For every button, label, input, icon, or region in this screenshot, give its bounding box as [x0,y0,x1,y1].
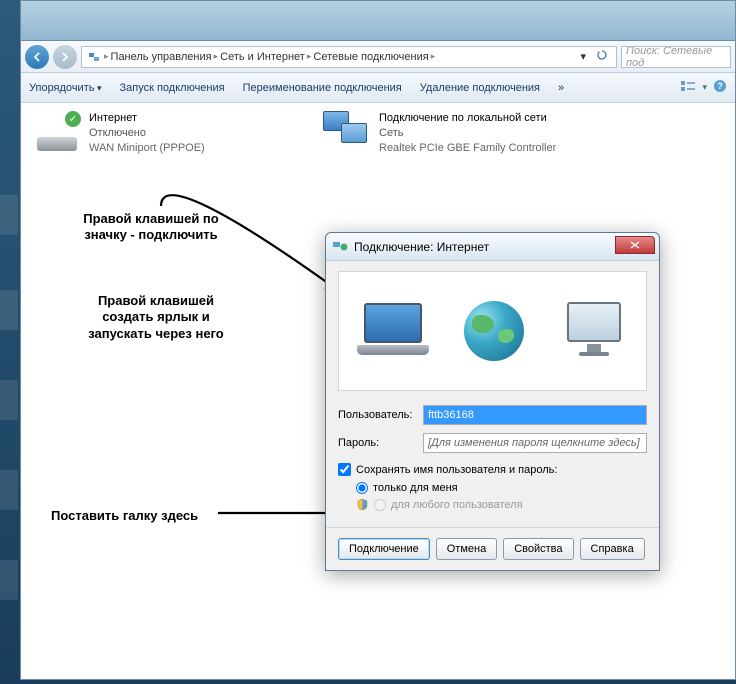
connection-globe-icon [332,239,348,255]
dialog-body: Пользователь: Пароль: Сохранять имя поль… [326,261,659,527]
search-placeholder: Поиск: Сетевые под [626,46,726,68]
breadcrumb[interactable]: ▸ Панель управления ▸ Сеть и Интернет ▸ … [81,46,617,68]
toolbar-overflow-button[interactable]: » [558,82,564,94]
close-button[interactable] [615,236,655,254]
laptop-icon [357,303,429,359]
dialog-titlebar[interactable]: Подключение: Интернет [326,233,659,261]
breadcrumb-separator-icon: ▸ [214,51,219,62]
password-label: Пароль: [338,437,423,449]
annotation-create-shortcut: Правой клавишей создать ярлык и запускат… [56,293,256,342]
username-input[interactable] [423,405,647,425]
globe-icon [464,301,524,361]
rename-connection-button[interactable]: Переименование подключения [243,82,402,94]
shield-icon [356,498,369,511]
network-pc-icon [323,111,371,151]
dialog-title-text: Подключение: Интернет [354,240,489,254]
address-bar: ▸ Панель управления ▸ Сеть и Интернет ▸ … [21,41,735,73]
organize-button[interactable]: Упорядочить [29,82,102,94]
desktop-icon-fragment [0,195,18,235]
password-input[interactable] [423,433,647,453]
breadcrumb-separator-icon: ▸ [104,51,109,62]
username-label: Пользователь: [338,409,423,421]
desktop-icon-fragment [0,380,18,420]
view-dropdown-icon[interactable]: ▾ [702,82,707,93]
desktop-icon-fragment [0,560,18,600]
modem-icon: ✓ [33,111,81,151]
network-location-icon [86,49,102,65]
connection-status: Отключено [89,126,205,141]
connection-graphic [338,271,647,391]
desktop-icon-fragment [0,470,18,510]
connection-status: Сеть [379,126,556,141]
connection-device: Realtek PCIe GBE Family Controller [379,141,556,156]
delete-connection-button[interactable]: Удаление подключения [420,82,540,94]
start-connection-button[interactable]: Запуск подключения [120,82,225,94]
help-icon[interactable]: ? [713,79,727,96]
breadcrumb-item[interactable]: Сетевые подключения [313,51,428,63]
help-button[interactable]: Справка [580,538,645,560]
explorer-titlebar-glass[interactable] [20,0,736,40]
connection-list: ✓ Интернет Отключено WAN Miniport (PPPOE… [33,111,723,156]
nav-forward-button[interactable] [53,45,77,69]
breadcrumb-dropdown-icon[interactable]: ▾ [576,50,590,63]
refresh-icon[interactable] [592,49,612,64]
cancel-button[interactable]: Отмена [436,538,497,560]
any-user-radio [374,499,386,511]
nav-back-button[interactable] [25,45,49,69]
connect-button[interactable]: Подключение [338,538,430,560]
connection-item-lan[interactable]: Подключение по локальной сети Сеть Realt… [323,111,583,156]
connection-name: Интернет [89,111,205,126]
annotation-right-click-connect: Правой клавишей по значку - подключить [61,211,241,244]
connection-item-internet[interactable]: ✓ Интернет Отключено WAN Miniport (PPPOE… [33,111,293,156]
connection-device: WAN Miniport (PPPOE) [89,141,205,156]
only-me-radio[interactable] [356,482,368,494]
only-me-label: только для меня [373,482,458,494]
desktop-icon-fragment [0,290,18,330]
save-credentials-label: Сохранять имя пользователя и пароль: [356,464,557,476]
any-user-label: для любого пользователя [391,499,523,511]
annotation-set-checkbox: Поставить галку здесь [51,508,216,524]
connection-name: Подключение по локальной сети [379,111,556,126]
connection-dialog: Подключение: Интернет Пользователь: [325,232,660,571]
view-options-icon[interactable] [680,79,696,96]
breadcrumb-separator-icon: ▸ [431,51,436,62]
svg-text:?: ? [717,81,723,91]
breadcrumb-item[interactable]: Панель управления [111,51,212,63]
properties-button[interactable]: Свойства [503,538,573,560]
breadcrumb-item[interactable]: Сеть и Интернет [220,51,305,63]
desktop-pc-icon [560,302,628,360]
search-input[interactable]: Поиск: Сетевые под [621,46,731,68]
toolbar: Упорядочить Запуск подключения Переимено… [21,73,735,103]
save-credentials-checkbox[interactable] [338,463,351,476]
dialog-footer: Подключение Отмена Свойства Справка [326,527,659,570]
breadcrumb-separator-icon: ▸ [307,51,312,62]
